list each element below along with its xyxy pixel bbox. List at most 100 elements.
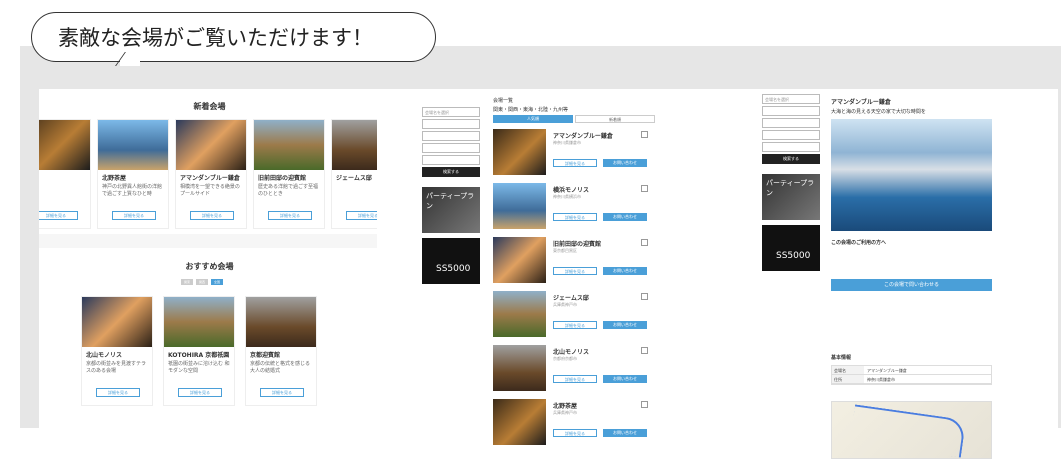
venue-photo xyxy=(98,120,168,170)
detail-button[interactable]: 詳細を見る xyxy=(553,213,597,221)
section-title: この会場のご利用の方へ xyxy=(831,240,887,246)
favorite-checkbox[interactable] xyxy=(641,185,648,192)
detail-button[interactable]: 詳細を見る xyxy=(96,388,140,397)
contact-button[interactable]: お問い合わせ xyxy=(603,429,647,437)
venue-card[interactable]: 旧前田邸の迎賓館 歴史ある洋館で過ごす至福のひととき 詳細を見る xyxy=(253,119,325,229)
venue-card[interactable]: ジェームス邸詳細を見る xyxy=(331,119,380,229)
contact-button[interactable]: お問い合わせ xyxy=(603,267,647,275)
rec-tabs: 関東 関西 全国 xyxy=(181,279,223,285)
venue-name: アマンダンブルー鎌倉 xyxy=(180,175,240,182)
field-budget[interactable] xyxy=(422,155,480,165)
tab-kanto[interactable]: 関東 xyxy=(181,279,193,285)
ss5000-banner[interactable]: SS5000 xyxy=(422,238,480,284)
venue-card[interactable]: 北山モノリス 京都の街並みを見渡すテラスのある会場 詳細を見る xyxy=(81,296,153,406)
favorite-checkbox[interactable] xyxy=(641,131,648,138)
venue-desc xyxy=(332,183,380,185)
screenshot-stage: 新着会場 詳細を見る 北野茶屋 神戸の北野異人館街の洋館で過ごす上質なひと時 詳細を見… xyxy=(20,46,1061,459)
venue-photo xyxy=(246,297,316,347)
venue-desc: 相模湾を一望できる絶景のプールサイド xyxy=(180,184,240,197)
bubble-tail xyxy=(120,52,140,66)
field-area[interactable] xyxy=(762,106,820,116)
list-item[interactable]: 北野茶屋 兵庫県神戸市詳細を見る お問い合わせ xyxy=(493,399,659,449)
ss5000-banner[interactable]: SS5000 xyxy=(762,225,820,271)
venue-name: KOTOHIRA 京都祇園 xyxy=(168,352,230,359)
contact-button[interactable]: お問い合わせ xyxy=(603,159,647,167)
venue-name: 旧前田邸の迎賓館 xyxy=(553,241,602,248)
list-item[interactable]: 北山モノリス 京都府京都市 詳細を見る お問い合わせ xyxy=(493,345,659,395)
search-panel: 会場名を選択 検索する パーティープラン SS5000 xyxy=(762,94,820,271)
detail-button[interactable]: 詳細を見る xyxy=(346,211,380,220)
field-date[interactable] xyxy=(762,118,820,128)
detail-button[interactable]: 詳細を見る xyxy=(553,321,597,329)
field-guests[interactable] xyxy=(422,143,480,153)
contact-button[interactable]: お問い合わせ xyxy=(603,213,647,221)
favorite-checkbox[interactable] xyxy=(641,401,648,408)
detail-button[interactable]: 詳細を見る xyxy=(190,211,234,220)
list-item[interactable]: 旧前田邸の迎賓館 東京都目黒区 詳細を見る お問い合わせ xyxy=(493,237,659,287)
detail-button[interactable]: 詳細を見る xyxy=(553,159,597,167)
venue-sub: 兵庫県神戸市 xyxy=(553,302,577,307)
field-date[interactable] xyxy=(422,131,480,141)
search-button[interactable]: 検索する xyxy=(762,154,820,164)
search-button[interactable]: 検索する xyxy=(422,167,480,177)
favorite-checkbox[interactable] xyxy=(641,347,648,354)
venue-thumb xyxy=(493,345,546,391)
detail-button[interactable]: 詳細を見る xyxy=(39,211,78,220)
detail-button[interactable]: 詳細を見る xyxy=(112,211,156,220)
filter-text: 関東・関西・東海・北陸・九州等 xyxy=(493,107,569,113)
venue-card[interactable]: 北野茶屋神戸の北野異人館街の洋館で過ごす上質なひと時詳細を見る xyxy=(97,119,169,229)
venue-name: 北野茶屋 xyxy=(553,403,578,410)
field-budget[interactable] xyxy=(762,142,820,152)
tab-kansai[interactable]: 関西 xyxy=(196,279,208,285)
screenshot-detail-page: 会場名を選択 検索する パーティープラン SS5000 アマンダンブルー鎌倉 大… xyxy=(717,89,1058,459)
venue-photo xyxy=(831,119,992,231)
tab-newest[interactable]: 新着順 xyxy=(575,115,655,123)
map[interactable] xyxy=(831,401,992,459)
venue-desc: 京都の街並みを見渡すテラスのある会場 xyxy=(86,361,147,374)
venue-sub: 兵庫県神戸市 xyxy=(553,410,577,415)
party-plan-banner[interactable]: パーティープラン xyxy=(762,174,820,220)
favorite-checkbox[interactable] xyxy=(641,293,648,300)
detail-button[interactable]: 詳細を見る xyxy=(553,267,597,275)
list-item[interactable]: 横浜モノリス 神奈川県横浜市 詳細を見る お問い合わせ xyxy=(493,183,659,233)
detail-button[interactable]: 詳細を見る xyxy=(268,211,312,220)
info-table: 会場名 アマンダンブルー鎌倉 住所 神奈川県鎌倉市 xyxy=(831,365,992,385)
venue-card[interactable]: 京都迎賓館 京都の伝統と格式を感じる大人の結婚式 詳細を見る xyxy=(245,296,317,406)
field-guests[interactable] xyxy=(762,130,820,140)
detail-button[interactable]: 詳細を見る xyxy=(553,375,597,383)
table-row: 会場名 アマンダンブルー鎌倉 xyxy=(832,366,991,375)
contact-button[interactable]: お問い合わせ xyxy=(603,375,647,383)
screenshot-top-page: 新着会場 詳細を見る 北野茶屋 神戸の北野異人館街の洋館で過ごす上質なひと時 詳細を見… xyxy=(39,89,380,459)
tab-popular[interactable]: 人気順 xyxy=(493,115,573,123)
venue-card[interactable]: アマンダンブルー鎌倉相模湾を一望できる絶景のプールサイド詳細を見る xyxy=(175,119,247,229)
venue-desc: 神戸の北野異人館街の洋館で過ごす上質なひと時 xyxy=(102,184,163,197)
venue-name: 北野茶屋 xyxy=(102,175,127,182)
detail-button[interactable]: 詳細を見る xyxy=(178,388,222,397)
detail-button[interactable]: 詳細を見る xyxy=(553,429,597,437)
venue-thumb xyxy=(493,399,546,445)
venue-thumb xyxy=(493,183,546,229)
contact-button[interactable]: この会場で問い合わせる xyxy=(831,279,992,291)
party-plan-banner[interactable]: パーティープラン xyxy=(422,187,480,233)
venue-name: 横浜モノリス xyxy=(553,187,590,194)
venue-photo xyxy=(176,120,246,170)
detail-button[interactable]: 詳細を見る xyxy=(260,388,304,397)
list-item[interactable]: アマンダンブルー鎌倉 神奈川県鎌倉市 詳細を見る お問い合わせ xyxy=(493,129,659,179)
venue-name: ジェームス邸 xyxy=(553,295,589,302)
venue-select[interactable]: 会場名を選択 xyxy=(762,94,820,104)
contact-button[interactable]: お問い合わせ xyxy=(603,321,647,329)
venue-photo xyxy=(164,297,234,347)
venue-select[interactable]: 会場名を選択 xyxy=(422,107,480,117)
venue-thumb xyxy=(493,237,546,283)
headline-bubble: 素敵な会場がご覧いただけます！ xyxy=(31,12,436,62)
venue-name: 旧前田邸の迎賓館 xyxy=(258,175,307,182)
tab-all[interactable]: 全国 xyxy=(211,279,223,285)
list-item[interactable]: ジェームス邸 兵庫県神戸市詳細を見る お問い合わせ xyxy=(493,291,659,341)
venue-desc: 京都の伝統と格式を感じる大人の結婚式 xyxy=(250,361,311,374)
favorite-checkbox[interactable] xyxy=(641,239,648,246)
venue-card[interactable]: KOTOHIRA 京都祇園 祇園の街並みに溶け込む 和モダンな空間 詳細を見る xyxy=(163,296,235,406)
venue-name: ジェームス邸 xyxy=(336,175,372,182)
field-area[interactable] xyxy=(422,119,480,129)
venue-name: アマンダンブルー鎌倉 xyxy=(553,133,613,140)
venue-card[interactable]: 詳細を見る xyxy=(39,119,91,229)
